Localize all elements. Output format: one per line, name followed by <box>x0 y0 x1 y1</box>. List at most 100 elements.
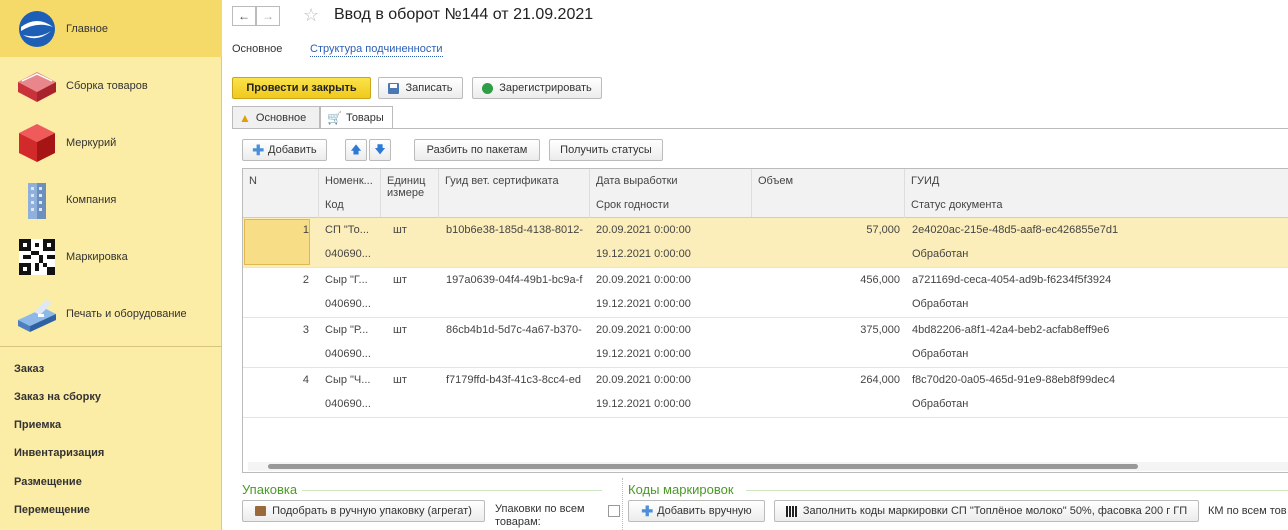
add-manual-button[interactable]: ✚ Добавить вручную <box>628 500 765 522</box>
cell-unit: шт <box>393 324 407 336</box>
post-and-close-button[interactable]: Провести и закрыть <box>232 77 371 99</box>
favorite-star-icon[interactable]: ☆ <box>303 4 319 26</box>
cell-code: 040690... <box>325 248 371 260</box>
cell-n: 4 <box>302 374 309 386</box>
get-statuses-button[interactable]: Получить статусы <box>549 139 663 161</box>
save-button[interactable]: Записать <box>378 77 463 99</box>
cell-volume: 264,000 <box>860 374 900 386</box>
nav-link-receiving[interactable]: Приемка <box>14 419 61 431</box>
forward-button[interactable]: → <box>256 6 280 26</box>
nav-link-order[interactable]: Заказ <box>14 363 44 375</box>
cell-expiry: 19.12.2021 0:00:00 <box>596 348 691 360</box>
table-row[interactable]: 3 Сыр "Р... 040690... шт 86cb4b1d-5d7c-4… <box>243 318 1288 368</box>
sidebar-item-assembly[interactable]: Сборка товаров <box>0 57 222 114</box>
packages-all-goods-checkbox[interactable] <box>608 505 620 517</box>
tab-basic-label: Основное <box>255 111 307 124</box>
header-unit-line2: измере <box>387 187 425 199</box>
sidebar-item-main[interactable]: Главное <box>0 0 222 57</box>
cell-volume: 456,000 <box>860 274 900 286</box>
move-down-button[interactable]: 🡇 <box>369 139 391 161</box>
main-area: ← → ☆ Ввод в оборот №144 от 21.09.2021 О… <box>222 0 1288 530</box>
table-header: N Номенк... Код Единиц измере Гуид вет. с… <box>243 169 1288 218</box>
header-nom[interactable]: Номенк... <box>319 169 381 193</box>
sidebar-item-company[interactable]: Компания <box>0 171 222 228</box>
header-unit[interactable]: Единиц измере <box>381 169 439 218</box>
header-expiry[interactable]: Срок годности <box>590 193 752 217</box>
sidebar: Главное Сборка товаров Меркурий Компания… <box>0 0 222 530</box>
printer-icon <box>14 293 60 335</box>
cell-date: 20.09.2021 0:00:00 <box>596 224 691 236</box>
header-date[interactable]: Дата выработки <box>590 169 752 193</box>
page-title: Ввод в оборот №144 от 21.09.2021 <box>334 6 594 23</box>
table-row[interactable]: 4 Сыр "Ч... 040690... шт f7179ffd-b43f-4… <box>243 368 1288 418</box>
cell-nom: Сыр "Ч... <box>325 374 371 386</box>
nav-link-inventory[interactable]: Инвентаризация <box>14 447 104 459</box>
cell-volume: 375,000 <box>860 324 900 336</box>
add-button[interactable]: ✚ Добавить <box>242 139 327 161</box>
plus-icon: ✚ <box>252 141 265 158</box>
status-label: Получить статусы <box>560 144 652 156</box>
shield-icon <box>482 82 494 94</box>
tab-goods-label: Товары <box>345 112 384 124</box>
nav-link-transfer[interactable]: Перемещение <box>14 504 90 516</box>
save-label: Записать <box>405 82 453 94</box>
cell-status: Обработан <box>912 248 969 260</box>
cell-guid: 4bd82206-a8f1-42a4-beb2-acfab8eff9e6 <box>912 324 1110 336</box>
packing-section-line <box>302 490 602 491</box>
nav-link-placement[interactable]: Размещение <box>14 476 82 488</box>
box-assembly-icon <box>14 65 60 107</box>
back-button[interactable]: ← <box>232 6 256 26</box>
split-packages-button[interactable]: Разбить по пакетам <box>414 139 540 161</box>
pick-package-button[interactable]: Подобрать в ручную упаковку (агрегат) <box>242 500 485 522</box>
cell-unit: шт <box>393 374 407 386</box>
nav-link-assembly-order[interactable]: Заказ на сборку <box>14 391 101 403</box>
globe-icon <box>14 8 60 50</box>
cell-cert: 86cb4b1d-5d7c-4a67-b370- <box>446 324 582 336</box>
sidebar-item-label: Компания <box>66 193 117 206</box>
cell-nom: СП "То... <box>325 224 369 236</box>
cell-date: 20.09.2021 0:00:00 <box>596 324 691 336</box>
tab-goods[interactable]: 🛒 Товары <box>320 106 393 129</box>
cell-cert: b10b6e38-185d-4138-8012- <box>446 224 584 236</box>
cell-guid: f8c70d20-0a05-465d-91e9-88eb8f99dec4 <box>912 374 1116 386</box>
sidebar-item-mercury[interactable]: Меркурий <box>0 114 222 171</box>
subtab-structure[interactable]: Структура подчиненности <box>310 43 443 57</box>
cell-date: 20.09.2021 0:00:00 <box>596 374 691 386</box>
sidebar-divider <box>0 346 222 347</box>
packing-section-title: Упаковка <box>242 482 298 497</box>
cell-status: Обработан <box>912 348 969 360</box>
header-code[interactable]: Код <box>319 193 381 217</box>
subtab-main[interactable]: Основное <box>232 43 282 55</box>
sidebar-item-marking[interactable]: Маркировка <box>0 228 222 285</box>
plus-icon: ✚ <box>641 502 654 519</box>
move-up-button[interactable]: 🡅 <box>345 139 367 161</box>
table-row[interactable]: 1 СП "То... 040690... шт b10b6e38-185d-4… <box>243 218 1288 268</box>
header-doc-status[interactable]: Статус документа <box>905 193 1288 217</box>
tab-basic[interactable]: ▲ Основное <box>232 106 320 128</box>
header-guid[interactable]: ГУИД <box>905 169 1288 193</box>
cell-cert: f7179ffd-b43f-41c3-8cc4-ed <box>446 374 581 386</box>
header-unit-line1: Единиц <box>387 175 426 187</box>
cell-n: 2 <box>302 274 309 286</box>
sidebar-item-label: Сборка товаров <box>66 79 148 92</box>
header-guid-cert[interactable]: Гуид вет. сертификата <box>439 169 590 218</box>
cell-guid: 2e4020ac-215e-48d5-aaf8-ec426855e7d1 <box>912 224 1119 236</box>
header-volume[interactable]: Объем <box>752 169 905 218</box>
codes-section-line <box>746 490 1288 491</box>
register-button[interactable]: Зарегистрировать <box>472 77 602 99</box>
goods-table: N Номенк... Код Единиц измере Гуид вет. с… <box>242 168 1288 473</box>
floppy-icon <box>388 82 400 94</box>
header-n[interactable]: N <box>243 169 319 218</box>
cell-nom: Сыр "Г... <box>325 274 368 286</box>
sidebar-item-printing[interactable]: Печать и оборудование <box>0 285 222 342</box>
cell-unit: шт <box>393 224 407 236</box>
cell-status: Обработан <box>912 398 969 410</box>
cell-guid: a721169d-ceca-4054-ad9b-f6234f5f3924 <box>912 274 1112 286</box>
table-row[interactable]: 2 Сыр "Г... 040690... шт 197a0639-04f4-4… <box>243 268 1288 318</box>
packages-all-goods-label: Упаковки по всем товарам: <box>495 503 585 528</box>
cell-nom: Сыр "Р... <box>325 324 369 336</box>
sidebar-item-label: Меркурий <box>66 136 117 149</box>
scrollbar-thumb[interactable] <box>268 464 1138 469</box>
cell-n: 1 <box>302 224 309 236</box>
fill-codes-button[interactable]: Заполнить коды маркировки СП "Топлёное м… <box>774 500 1199 522</box>
